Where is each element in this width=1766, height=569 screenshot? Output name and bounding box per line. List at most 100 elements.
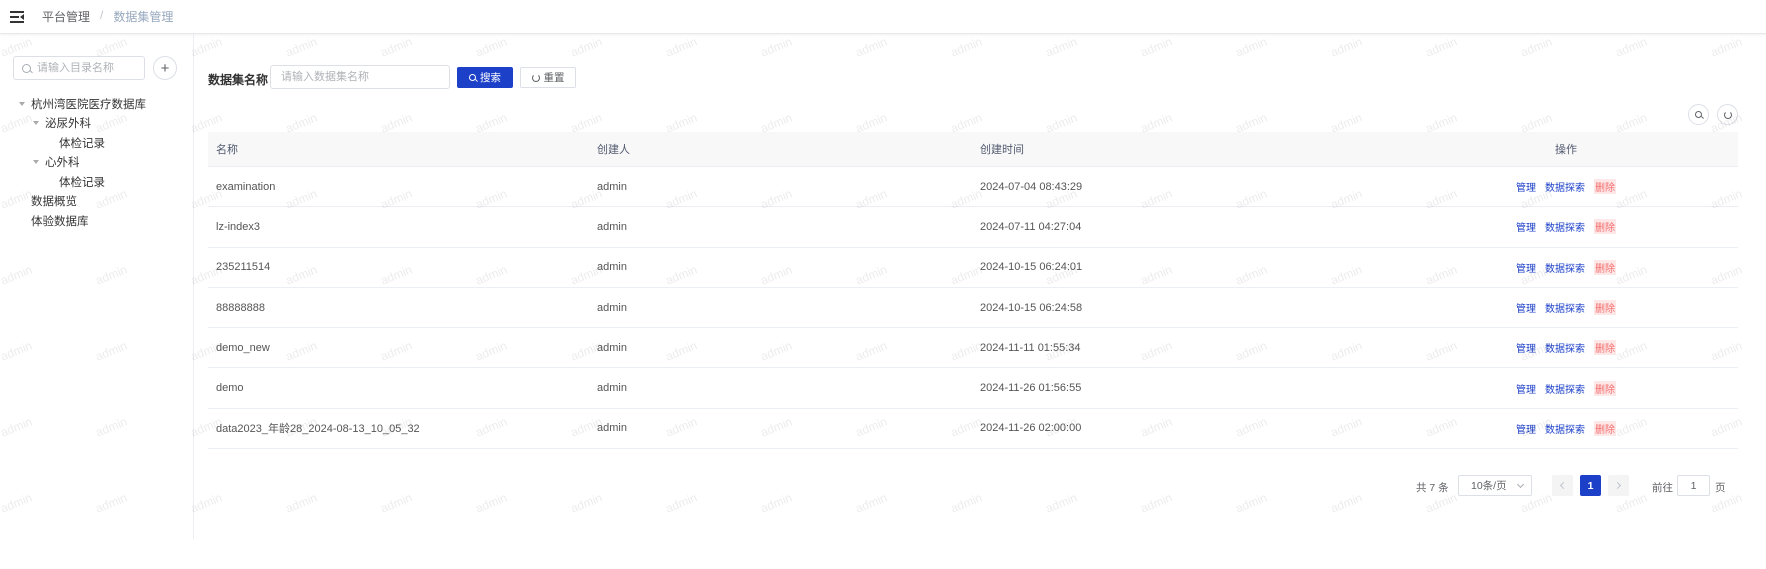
tree-node-data-overview[interactable]: 数据概览 [0,192,194,212]
explore-link[interactable]: 数据探索 [1545,421,1585,436]
page-size-select[interactable]: 10条/页 [1458,475,1532,496]
tree-node-hospital-db[interactable]: 杭州湾医院医疗数据库 [0,94,194,114]
dataset-name-input[interactable] [270,65,450,89]
refresh-icon [1723,110,1732,119]
toggle-search-button[interactable] [1688,104,1709,125]
tree-node-cardiac-surgery[interactable]: 心外科 [0,153,194,173]
search-button[interactable]: 搜索 [457,67,513,88]
catalog-search-box[interactable] [13,56,145,80]
delete-link[interactable]: 删除 [1594,219,1616,235]
catalog-sidebar: + 杭州湾医院医疗数据库 泌尿外科 体检记录 心外科 体检记录 数据概览 体验数… [0,34,194,539]
manage-link[interactable]: 管理 [1516,381,1536,396]
chevron-down-icon [1516,480,1525,488]
top-header: 平台管理 / 数据集管理 [0,0,1766,34]
cell-name: demo_new [216,341,270,354]
add-catalog-button[interactable]: + [153,56,177,80]
search-icon [1695,111,1702,118]
tree-node-urology[interactable]: 泌尿外科 [0,114,194,134]
cell-created-time: 2024-11-26 02:00:00 [980,422,1082,435]
manage-link[interactable]: 管理 [1516,219,1536,234]
breadcrumb-item-current: 数据集管理 [113,10,174,24]
catalog-tree: 杭州湾医院医疗数据库 泌尿外科 体检记录 心外科 体检记录 数据概览 体验数据库 [0,94,194,231]
goto-label: 前往 [1652,482,1673,494]
cell-name: 235211514 [216,261,271,274]
refresh-icon [531,73,540,82]
chevron-left-icon [1559,481,1568,490]
page-number-1[interactable]: 1 [1580,475,1601,496]
tree-node-label: 数据概览 [31,196,77,209]
tree-node-label: 心外科 [45,157,80,170]
delete-link[interactable]: 删除 [1594,179,1616,195]
table-row: 88888888 admin 2024-10-15 06:24:58 管理 数据探索 删除 [208,288,1738,329]
table-body: examination admin 2024-07-04 08:43:29 管理 数据探… [208,167,1738,450]
column-header-actions: 操作 [1555,144,1577,156]
delete-link[interactable]: 删除 [1594,259,1616,275]
tree-node-label: 泌尿外科 [45,118,91,131]
manage-link[interactable]: 管理 [1516,340,1536,355]
cell-creator: admin [597,422,627,435]
manage-link[interactable]: 管理 [1516,421,1536,436]
delete-link[interactable]: 删除 [1594,420,1616,436]
chevron-right-icon [1613,481,1622,490]
table-row: data2023_年龄28_2024-08-13_10_05_32 admin 20… [208,409,1738,450]
dataset-table: 名称 创建人 创建时间 操作 examination admin 2024-07-0… [208,132,1738,450]
catalog-search-input[interactable] [37,62,137,74]
delete-link[interactable]: 删除 [1594,380,1616,396]
goto-page-input[interactable] [1677,475,1710,496]
dataset-name-label: 数据集名称 [208,73,269,87]
menu-toggle-icon[interactable] [10,10,24,23]
explore-link[interactable]: 数据探索 [1545,300,1585,315]
cell-created-time: 2024-10-15 06:24:58 [980,301,1083,314]
page-suffix-label: 页 [1715,482,1726,494]
total-count: 共 7 条 [1416,482,1449,494]
cell-actions: 管理 数据探索 删除 [1394,380,1738,396]
manage-link[interactable]: 管理 [1516,260,1536,275]
caret-down-icon[interactable] [33,121,39,126]
tree-node-label: 体检记录 [59,137,105,150]
tree-node-cardiac-checkup[interactable]: 体检记录 [0,172,194,192]
reset-button[interactable]: 重置 [520,67,576,88]
table-row: examination admin 2024-07-04 08:43:29 管理 数据探… [208,167,1738,208]
explore-link[interactable]: 数据探索 [1545,179,1585,194]
explore-link[interactable]: 数据探索 [1545,381,1585,396]
explore-link[interactable]: 数据探索 [1545,340,1585,355]
cell-created-time: 2024-07-11 04:27:04 [980,220,1082,233]
breadcrumb: 平台管理 / 数据集管理 [42,8,173,25]
cell-name: demo [216,382,244,395]
cell-creator: admin [597,261,627,274]
cell-creator: admin [597,382,627,395]
delete-link[interactable]: 删除 [1594,300,1616,316]
tree-node-label: 体检记录 [59,176,105,189]
main-content: 数据集名称 搜索 重置 名称 创建人 创建时间 操作 examination ad… [208,34,1738,539]
prev-page-button[interactable] [1552,475,1573,496]
next-page-button[interactable] [1608,475,1629,496]
caret-down-icon[interactable] [19,101,25,106]
page-size-value: 10条/页 [1471,480,1507,492]
caret-down-icon[interactable] [33,160,39,165]
tree-node-urology-checkup[interactable]: 体检记录 [0,133,194,153]
manage-link[interactable]: 管理 [1516,300,1536,315]
explore-link[interactable]: 数据探索 [1545,260,1585,275]
cell-creator: admin [597,341,627,354]
column-header-name: 名称 [216,144,238,156]
pagination: 共 7 条 10条/页 1 前往 页 [208,475,1738,497]
cell-actions: 管理 数据探索 删除 [1394,420,1738,436]
table-row: demo_new admin 2024-11-11 01:55:34 管理 数据探索 删除 [208,328,1738,369]
delete-link[interactable]: 删除 [1594,340,1616,356]
table-row: 235211514 admin 2024-10-15 06:24:01 管理 数据探索删… [208,248,1738,288]
breadcrumb-separator: / [100,8,104,22]
reset-button-label: 重置 [543,72,565,84]
manage-link[interactable]: 管理 [1516,179,1536,194]
cell-actions: 管理 数据探索 删除 [1394,219,1738,235]
cell-name: lz-index3 [216,220,261,233]
column-header-creator: 创建人 [597,144,630,156]
cell-name: data2023_年龄28_2024-08-13_10_05_32 [216,423,420,436]
cell-created-time: 2024-11-26 01:56:55 [980,382,1082,395]
explore-link[interactable]: 数据探索 [1545,219,1585,234]
tree-node-experience-db[interactable]: 体验数据库 [0,211,194,231]
breadcrumb-item-platform[interactable]: 平台管理 [42,8,90,25]
refresh-table-button[interactable] [1717,104,1738,125]
column-header-created: 创建时间 [980,144,1024,156]
cell-creator: admin [597,220,627,233]
tree-node-label: 体验数据库 [31,215,89,228]
